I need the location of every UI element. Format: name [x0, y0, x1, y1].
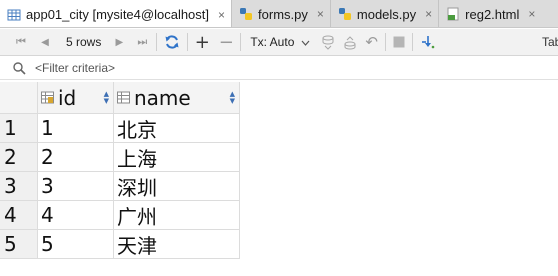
toolbar-divider	[187, 33, 189, 51]
table-icon	[7, 9, 21, 20]
cell-id[interactable]: 1	[38, 114, 114, 143]
column-name: name	[134, 85, 191, 110]
transaction-mode-dropdown[interactable]: Tx: Auto	[250, 35, 310, 49]
tab-app01-city[interactable]: app01_city [mysite4@localhost] ×	[0, 0, 233, 27]
sync-arrows-icon	[165, 35, 179, 49]
column-icon	[117, 91, 130, 104]
cell-name[interactable]: 上海	[114, 143, 240, 172]
editor-tab-bar: app01_city [mysite4@localhost] × forms.p…	[0, 0, 558, 28]
toolbar-divider	[411, 33, 413, 51]
next-page-icon[interactable]: ▶	[111, 32, 127, 52]
cell-name[interactable]: 广州	[114, 201, 240, 230]
table-row[interactable]: 4 4 广州	[0, 201, 240, 230]
column-header-name[interactable]: name ▲ ▼	[114, 82, 240, 114]
html-file-icon	[447, 7, 459, 21]
filter-criteria-input[interactable]: <Filter criteria>	[35, 61, 115, 75]
cell-name[interactable]: 天津	[114, 230, 240, 259]
python-file-icon	[338, 8, 351, 20]
toolbar-divider	[384, 33, 386, 51]
table-row[interactable]: 5 5 天津	[0, 230, 240, 259]
row-number[interactable]: 5	[0, 230, 38, 259]
transaction-mode-label: Tx: Auto	[250, 35, 295, 49]
row-number-header	[0, 82, 38, 114]
close-icon[interactable]: ×	[317, 7, 324, 21]
cell-name[interactable]: 深圳	[114, 172, 240, 201]
chevron-down-icon	[301, 40, 310, 46]
stop-square-icon	[393, 36, 405, 48]
tab-forms-py[interactable]: forms.py ×	[232, 0, 331, 27]
last-page-icon[interactable]: ⏭	[133, 32, 151, 52]
search-icon	[13, 61, 26, 75]
toolbar-divider	[156, 33, 158, 51]
close-icon[interactable]: ×	[528, 7, 535, 21]
add-row-button[interactable]: +	[193, 32, 211, 53]
filter-bar: <Filter criteria>	[0, 56, 558, 80]
tab-label: models.py	[356, 6, 417, 22]
python-file-icon	[240, 8, 253, 20]
sort-arrows-icon[interactable]: ▲ ▼	[104, 90, 109, 105]
sync-icon[interactable]	[162, 32, 182, 52]
revert-icon[interactable]: ↶	[364, 32, 380, 52]
stop-icon[interactable]	[391, 32, 407, 52]
tab-models-py[interactable]: models.py ×	[331, 0, 440, 27]
row-number[interactable]: 3	[0, 172, 38, 201]
prev-page-icon[interactable]: ◀	[36, 32, 54, 52]
database-rollback-icon	[344, 35, 356, 49]
table-row[interactable]: 2 2 上海	[0, 143, 240, 172]
row-number[interactable]: 2	[0, 143, 38, 172]
rollback-icon[interactable]	[342, 32, 358, 52]
tab-label: reg2.html	[465, 6, 520, 22]
table-header-row: id ▲ ▼ name ▲ ▼	[0, 82, 240, 114]
database-commit-icon	[322, 35, 334, 50]
close-icon[interactable]: ×	[218, 8, 225, 22]
first-page-icon[interactable]: ⏮	[12, 32, 30, 52]
delete-row-button[interactable]: −	[217, 32, 235, 53]
table-row[interactable]: 3 3 深圳	[0, 172, 240, 201]
tab-reg2-html[interactable]: reg2.html ×	[439, 0, 535, 27]
primary-key-column-icon	[41, 91, 54, 104]
row-number[interactable]: 4	[0, 201, 38, 230]
table-row[interactable]: 1 1 北京	[0, 114, 240, 143]
move-arrows-icon	[421, 36, 435, 49]
column-header-id[interactable]: id ▲ ▼	[38, 82, 114, 114]
pin-icon[interactable]	[418, 32, 438, 52]
cell-id[interactable]: 3	[38, 172, 114, 201]
row-count-selector[interactable]: 5 rows	[66, 35, 101, 49]
sort-arrows-icon[interactable]: ▲ ▼	[230, 90, 235, 105]
commit-icon[interactable]	[320, 32, 336, 52]
column-name: id	[58, 85, 77, 110]
data-editor-toolbar: ⏮ ◀ 5 rows ▶ ⏭ + − Tx: Auto ↶ Ta	[0, 29, 558, 56]
cell-name[interactable]: 北京	[114, 114, 240, 143]
cell-id[interactable]: 5	[38, 230, 114, 259]
row-number[interactable]: 1	[0, 114, 38, 143]
tab-label: forms.py	[258, 6, 308, 22]
cell-id[interactable]: 2	[38, 143, 114, 172]
cell-id[interactable]: 4	[38, 201, 114, 230]
close-icon[interactable]: ×	[425, 7, 432, 21]
view-mode-label[interactable]: Tab	[542, 35, 558, 49]
toolbar-divider	[240, 33, 242, 51]
tab-label: app01_city [mysite4@localhost]	[26, 7, 210, 22]
